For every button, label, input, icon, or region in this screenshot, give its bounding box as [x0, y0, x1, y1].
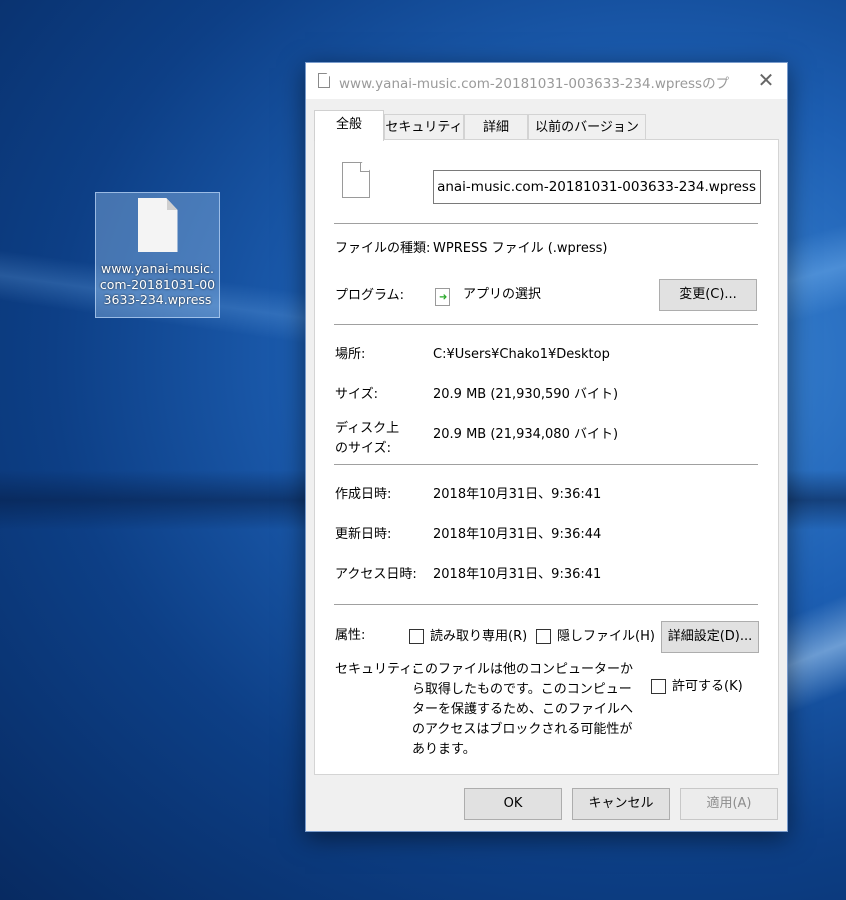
- location-label: 場所:: [335, 347, 366, 362]
- hidden-checkbox[interactable]: [536, 629, 551, 644]
- created-value: 2018年10月31日、9:36:41: [433, 487, 602, 502]
- attributes-label: 属性:: [335, 628, 366, 643]
- file-type-value: WPRESS ファイル (.wpress): [433, 241, 608, 256]
- accessed-label: アクセス日時:: [335, 567, 417, 582]
- window-title: www.yanai-music.com-20181031-003633-234.…: [339, 76, 729, 92]
- separator: [334, 464, 758, 465]
- program-label: プログラム:: [335, 288, 404, 303]
- modified-value: 2018年10月31日、9:36:44: [433, 527, 602, 542]
- security-label: セキュリティ:: [335, 662, 417, 677]
- modified-label: 更新日時:: [335, 527, 392, 542]
- hidden-label[interactable]: 隠しファイル(H): [557, 627, 655, 647]
- separator: [334, 324, 758, 325]
- separator: [334, 604, 758, 605]
- size-label: サイズ:: [335, 387, 378, 402]
- separator: [334, 223, 758, 224]
- created-label: 作成日時:: [335, 487, 392, 502]
- disk-size-value: 20.9 MB (21,934,080 バイト): [433, 427, 619, 442]
- file-type-label: ファイルの種類:: [335, 241, 431, 256]
- title-bar[interactable]: www.yanai-music.com-20181031-003633-234.…: [306, 63, 787, 99]
- general-panel: ファイルの種類: WPRESS ファイル (.wpress) プログラム: ➜ …: [314, 139, 779, 775]
- desktop-file-icon[interactable]: www.yanai-music.com-20181031-003633-234.…: [95, 192, 220, 318]
- allow-checkbox[interactable]: [651, 679, 666, 694]
- close-button[interactable]: ✕: [753, 69, 779, 93]
- disk-size-label: ディスク上 のサイズ:: [335, 421, 400, 456]
- tab-details[interactable]: 詳細: [464, 114, 528, 140]
- document-icon: [318, 73, 330, 88]
- allow-label[interactable]: 許可する(K): [672, 677, 743, 697]
- properties-dialog: www.yanai-music.com-20181031-003633-234.…: [305, 62, 788, 832]
- security-warning-text: このファイルは他のコンピューターから取得したものです。このコンピューターを保護す…: [412, 662, 634, 757]
- desktop-file-label: www.yanai-music.com-20181031-003633-234.…: [99, 261, 216, 307]
- readonly-checkbox[interactable]: [409, 629, 424, 644]
- file-type-icon: [342, 162, 370, 198]
- tab-previous-versions[interactable]: 以前のバージョン: [528, 114, 646, 140]
- change-program-button[interactable]: 変更(C)...: [659, 279, 757, 311]
- tab-security[interactable]: セキュリティ: [384, 114, 464, 140]
- tab-general[interactable]: 全般: [314, 110, 384, 141]
- location-value: C:¥Users¥Chako1¥Desktop: [433, 347, 610, 362]
- cancel-button[interactable]: キャンセル: [572, 788, 670, 820]
- readonly-label[interactable]: 読み取り専用(R): [430, 627, 527, 647]
- file-name-input[interactable]: [433, 170, 761, 204]
- size-value: 20.9 MB (21,930,590 バイト): [433, 387, 619, 402]
- accessed-value: 2018年10月31日、9:36:41: [433, 567, 602, 582]
- apply-button[interactable]: 適用(A): [680, 788, 778, 820]
- app-select-icon: ➜: [435, 288, 450, 306]
- file-icon: [137, 198, 178, 252]
- advanced-attributes-button[interactable]: 詳細設定(D)...: [661, 621, 759, 653]
- ok-button[interactable]: OK: [464, 788, 562, 820]
- program-value: アプリの選択: [463, 287, 542, 302]
